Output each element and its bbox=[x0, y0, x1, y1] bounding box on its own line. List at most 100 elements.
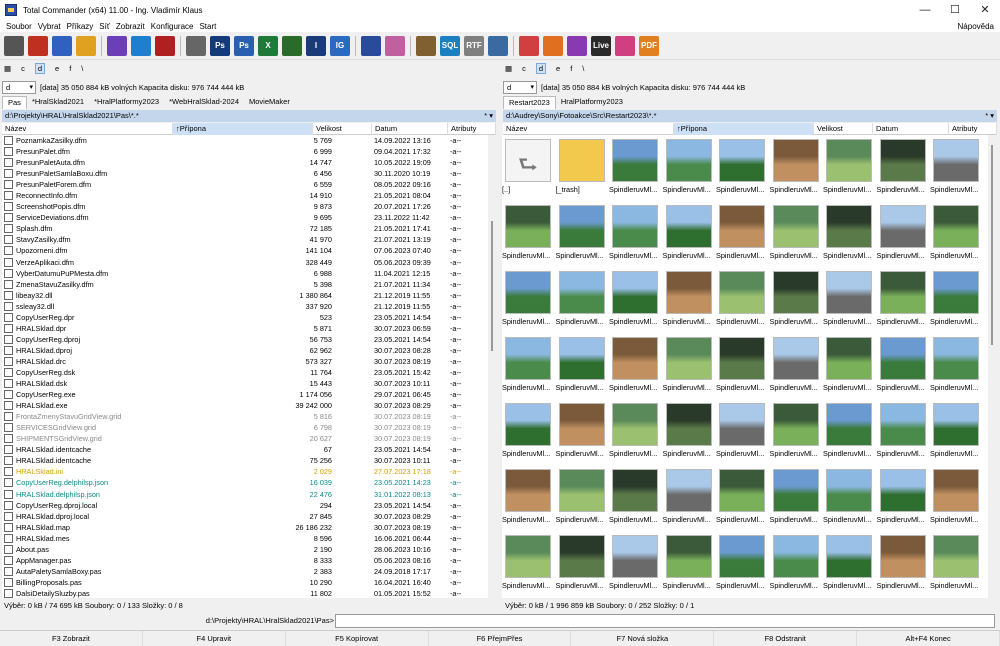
col-date[interactable]: Datum bbox=[873, 123, 949, 135]
puzzle-icon[interactable] bbox=[28, 35, 48, 56]
thumbnail-item[interactable]: SpindleruvMl... bbox=[609, 399, 660, 461]
sql-icon[interactable]: SQL bbox=[440, 35, 460, 56]
col-ext[interactable]: ↑Přípona bbox=[173, 123, 313, 135]
file-row[interactable]: CopyUserReg.exe 1 174 056 29.07.2021 06:45… bbox=[2, 389, 488, 400]
thumbnail-item[interactable]: SpindleruvMl... bbox=[716, 135, 767, 197]
wrench-icon[interactable] bbox=[76, 35, 96, 56]
tab-restart2023[interactable]: Restart2023 bbox=[503, 96, 556, 109]
thumbnail-item[interactable]: SpindleruvMl... bbox=[716, 399, 767, 461]
thumbnail-item[interactable]: SpindleruvMl... bbox=[877, 333, 928, 395]
col-attr[interactable]: Atributy bbox=[448, 123, 496, 135]
drive-e-button[interactable]: e bbox=[55, 64, 59, 73]
tab-hralplatformy2023[interactable]: *HralPlatformy2023 bbox=[89, 96, 164, 109]
thumbnail-item[interactable]: SpindleruvMl... bbox=[823, 267, 874, 329]
thumbnail-item[interactable]: SpindleruvMl... bbox=[502, 267, 553, 329]
thumbnail-item[interactable]: SpindleruvMl... bbox=[770, 201, 821, 263]
app-icon[interactable] bbox=[155, 35, 175, 56]
f4-edit-button[interactable]: F4 Upravit bbox=[143, 631, 286, 646]
tab-moviemaker[interactable]: MovieMaker bbox=[244, 96, 295, 109]
drive-d-button[interactable]: d bbox=[34, 62, 46, 74]
thumbnail-item[interactable]: SpindleruvMl... bbox=[663, 201, 714, 263]
thumbnail-item[interactable]: SpindleruvMl... bbox=[609, 531, 660, 593]
thumbnail-item[interactable]: SpindleruvMl... bbox=[877, 399, 928, 461]
window-icon[interactable] bbox=[488, 35, 508, 56]
thumbnail-item[interactable]: SpindleruvMl... bbox=[609, 333, 660, 395]
thumbnail-item[interactable]: SpindleruvMl... bbox=[770, 531, 821, 593]
file-row[interactable]: HRALSklad.dproj 62 962 30.07.2023 08:28 -a-… bbox=[2, 345, 488, 356]
file-row[interactable]: CopyUserReg.dpr 523 23.05.2021 14:54 -a-- bbox=[2, 312, 488, 323]
thumbnail-item[interactable]: SpindleruvMl... bbox=[877, 531, 928, 593]
col-name[interactable]: Název bbox=[2, 123, 173, 135]
thumbnail-item[interactable]: SpindleruvMl... bbox=[716, 267, 767, 329]
f3-view-button[interactable]: F3 Zobrazit bbox=[0, 631, 143, 646]
right-path-bar[interactable]: d:\Audrey\Sony\Fotoakce\Src\Restart2023\… bbox=[503, 110, 997, 122]
rtf-icon[interactable]: RTF bbox=[464, 35, 484, 56]
calculator-icon[interactable] bbox=[4, 35, 24, 56]
file-row[interactable]: FrontaZmenyStavuGridView.grid 5 816 30.07.… bbox=[2, 411, 488, 422]
inkscape-icon[interactable]: I bbox=[306, 35, 326, 56]
file-row[interactable]: ServiceDeviations.dfm 9 695 23.11.2022 11:… bbox=[2, 212, 488, 223]
file-row[interactable]: HRALSklad.exe 39 242 000 30.07.2023 08:29 -… bbox=[2, 400, 488, 411]
thumbnail-item[interactable]: SpindleruvMl... bbox=[877, 267, 928, 329]
file-row[interactable]: AppManager.pas 8 333 05.06.2023 08:16 -a-- bbox=[2, 555, 488, 566]
photoshop-icon[interactable]: Ps bbox=[210, 35, 230, 56]
photoshop2-icon[interactable]: Ps bbox=[234, 35, 254, 56]
drive-d-button[interactable]: d bbox=[535, 62, 547, 74]
illustrator-icon[interactable]: IG bbox=[330, 35, 350, 56]
file-row[interactable]: VyberDatumuPuPMesta.dfm 6 988 11.04.2021 1… bbox=[2, 268, 488, 279]
file-row[interactable]: ScreenshotPopis.dfm 9 873 20.07.2021 17:26… bbox=[2, 201, 488, 212]
thumbnail-item[interactable]: SpindleruvMl... bbox=[823, 201, 874, 263]
thumbnail-item[interactable]: SpindleruvMl... bbox=[877, 465, 928, 527]
right-thumbnail-grid[interactable]: ⮑ [..] [_trash] SpindleruvMl... SpindleruvMl… bbox=[502, 135, 988, 598]
thumbnail-item[interactable]: SpindleruvMl... bbox=[770, 267, 821, 329]
drive-root-button[interactable]: \ bbox=[81, 64, 83, 73]
visual-studio-icon[interactable] bbox=[107, 35, 127, 56]
drive-f-button[interactable]: f bbox=[69, 64, 71, 73]
file-row[interactable]: HRALSklad.drc 573 327 30.07.2023 08:19 -a-- bbox=[2, 356, 488, 367]
thumbnail-item[interactable]: SpindleruvMl... bbox=[930, 531, 981, 593]
file-row[interactable]: ssleay32.dll 337 920 21.12.2019 11:55 -a-- bbox=[2, 301, 488, 312]
file-row[interactable]: PresunPaletForem.dfm 6 559 08.05.2022 09:1… bbox=[2, 179, 488, 190]
file-row[interactable]: HRALSklad.dproj.local 27 845 30.07.2023 08… bbox=[2, 511, 488, 522]
file-row[interactable]: HRALSklad.delphilsp.json 22 476 31.01.2022… bbox=[2, 489, 488, 500]
history-buttons[interactable]: * ▾ bbox=[484, 110, 493, 122]
file-row[interactable]: Upozorneni.dfm 141 104 07.06.2023 07:40 -a-… bbox=[2, 245, 488, 256]
thumbnail-item[interactable]: SpindleruvMl... bbox=[930, 135, 981, 197]
alt-f4-exit-button[interactable]: Alt+F4 Konec bbox=[857, 631, 1000, 646]
f6-move-button[interactable]: F6 PřejmPřes bbox=[429, 631, 572, 646]
menu-start[interactable]: Start bbox=[199, 22, 216, 31]
left-file-list[interactable]: PoznamkaZasilky.dfm 5 769 14.09.2022 13:16… bbox=[2, 135, 488, 598]
thumbnail-item[interactable]: SpindleruvMl... bbox=[930, 201, 981, 263]
printer-icon[interactable] bbox=[186, 35, 206, 56]
right-drive-select[interactable]: d bbox=[503, 80, 537, 94]
thumbnail-item[interactable]: SpindleruvMl... bbox=[770, 135, 821, 197]
col-ext[interactable]: ↑Přípona bbox=[674, 123, 814, 135]
network-drive-icon[interactable]: ▦ bbox=[505, 64, 512, 73]
drive-c-button[interactable]: c bbox=[21, 64, 25, 73]
thumbnail-item[interactable]: SpindleruvMl... bbox=[716, 531, 767, 593]
file-row[interactable]: SERVICESGridView.grid 6 798 30.07.2023 08:… bbox=[2, 422, 488, 433]
thumbnail-item[interactable]: SpindleruvMl... bbox=[716, 465, 767, 527]
thumbnail-item[interactable]: SpindleruvMl... bbox=[823, 135, 874, 197]
menu-help[interactable]: Nápověda bbox=[958, 22, 994, 31]
thumbnail-item[interactable]: SpindleruvMl... bbox=[716, 333, 767, 395]
file-row[interactable]: CopyUserReg.dproj.local 294 23.05.2021 14:… bbox=[2, 500, 488, 511]
file-row[interactable]: HRALSklad.dpr 5 871 30.07.2023 06:59 -a-- bbox=[2, 323, 488, 334]
thumbnail-item[interactable]: SpindleruvMl... bbox=[609, 267, 660, 329]
file-row[interactable]: HRALSklad.dsk 15 443 30.07.2023 10:11 -a-- bbox=[2, 378, 488, 389]
thumbnail-item[interactable]: SpindleruvMl... bbox=[502, 333, 553, 395]
thumbnail-item[interactable]: SpindleruvMl... bbox=[663, 465, 714, 527]
grid-icon[interactable] bbox=[385, 35, 405, 56]
f7-new-folder-button[interactable]: F7 Nová složka bbox=[571, 631, 715, 646]
thumbnail-item[interactable]: SpindleruvMl... bbox=[663, 399, 714, 461]
file-row[interactable]: PresunPaletSamlaBoxu.dfm 6 456 30.11.2020 … bbox=[2, 168, 488, 179]
right-scrollbar[interactable] bbox=[988, 135, 997, 598]
file-row[interactable]: About.pas 2 190 28.06.2023 10:16 -a-- bbox=[2, 544, 488, 555]
file-row[interactable]: AutaPaletySamlaBoxy.pas 2 383 24.09.2018 1… bbox=[2, 566, 488, 577]
thumbnail-item[interactable]: SpindleruvMl... bbox=[556, 531, 607, 593]
col-name[interactable]: Název bbox=[503, 123, 674, 135]
thumbnail-item[interactable]: SpindleruvMl... bbox=[663, 531, 714, 593]
thumbnail-item[interactable]: SpindleruvMl... bbox=[556, 267, 607, 329]
file-row[interactable]: HRALSklad.identcache 75 256 30.07.2023 10:… bbox=[2, 455, 488, 466]
thumbnail-item[interactable]: SpindleruvMl... bbox=[823, 531, 874, 593]
